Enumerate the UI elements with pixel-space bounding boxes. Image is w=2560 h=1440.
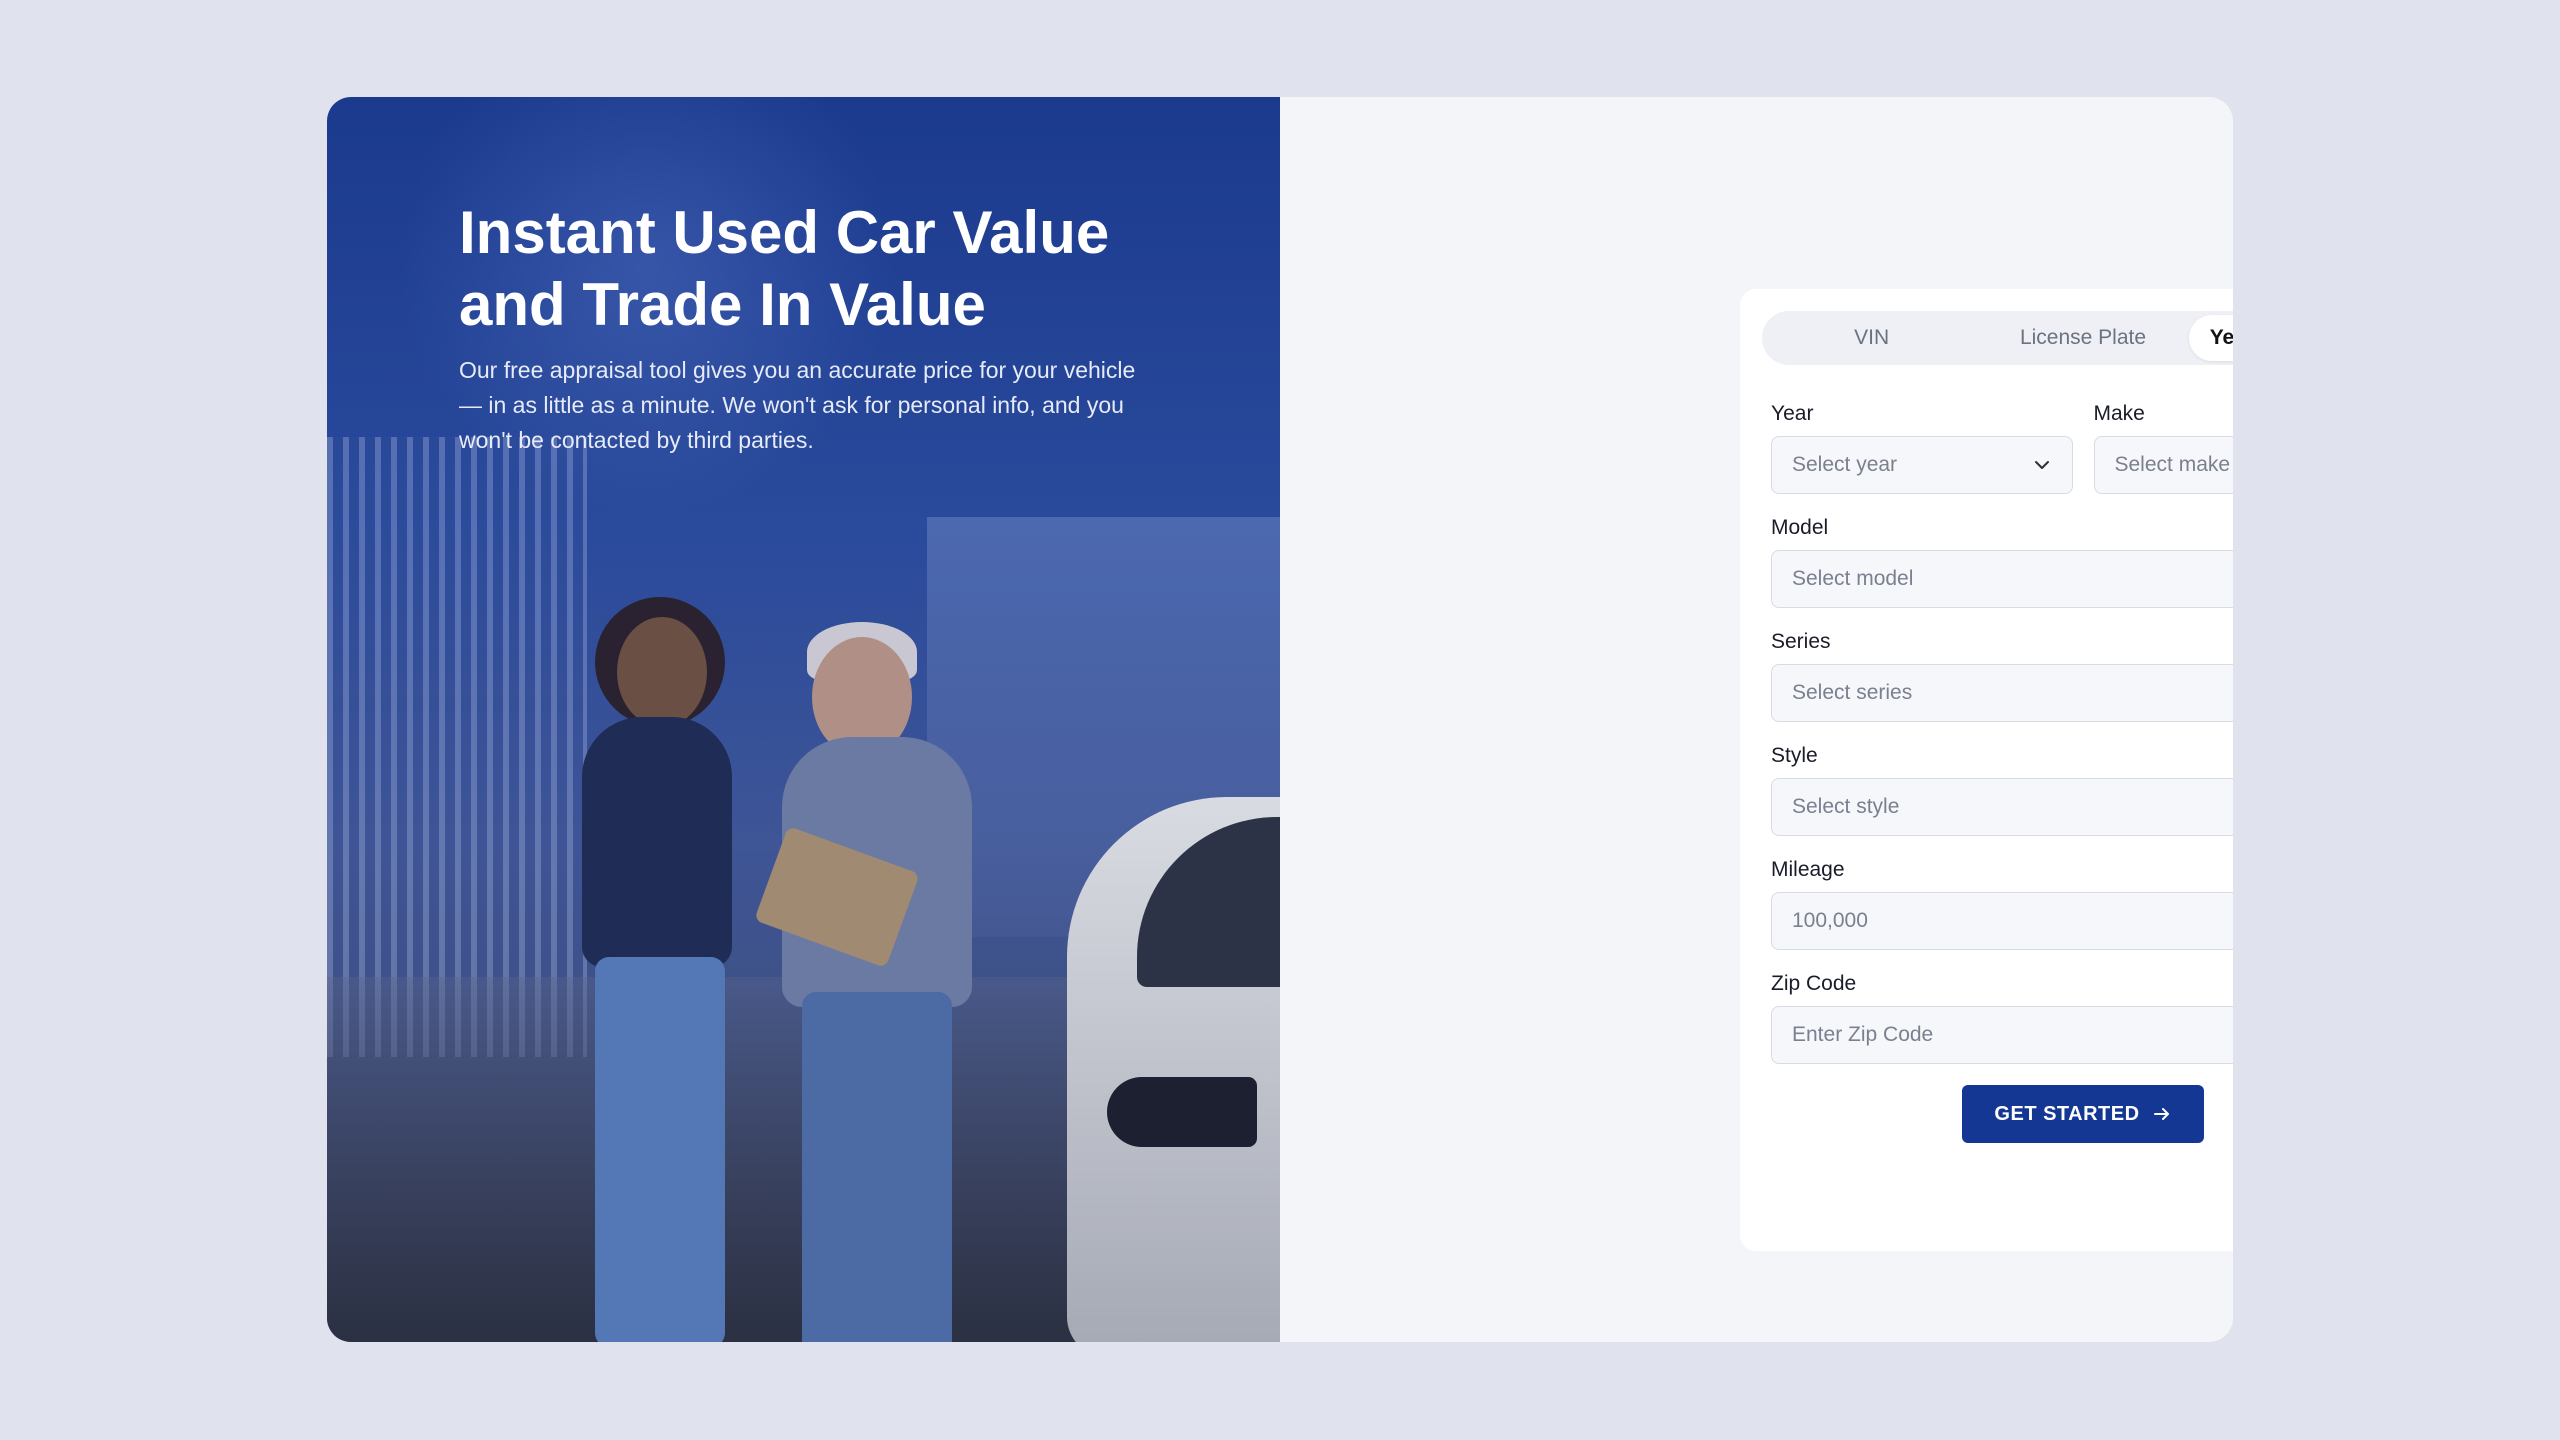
series-field: Series Select series (1771, 629, 2233, 722)
zip-field: Zip Code Enter Zip Code (1771, 971, 2233, 1064)
mileage-input[interactable]: 100,000 (1771, 892, 2233, 950)
make-select-placeholder: Select make (2114, 453, 2231, 476)
model-select[interactable]: Select model (1771, 550, 2233, 608)
year-make-row: Year Select year Make Select make (1771, 401, 2233, 515)
tab-license-plate[interactable]: License Plate (1977, 315, 2188, 361)
hero-title-line1: Instant Used Car Value (459, 199, 1110, 266)
year-select[interactable]: Select year (1771, 436, 2073, 494)
hero-title-line2: and Trade In Value (459, 271, 986, 338)
mileage-field: Mileage 100,000 (1771, 857, 2233, 950)
year-field: Year Select year (1771, 401, 2073, 494)
appraisal-card: Instant Used Car Value and Trade In Valu… (327, 97, 2233, 1342)
hero-description: Our free appraisal tool gives you an acc… (459, 357, 1136, 453)
model-label: Model (1771, 516, 1829, 539)
zip-label: Zip Code (1771, 972, 1857, 995)
hero-photo-wall (327, 437, 587, 1057)
model-field: Model Select model (1771, 515, 2233, 608)
series-select-placeholder: Select series (1792, 681, 1913, 704)
zip-input-placeholder: Enter Zip Code (1792, 1023, 1934, 1046)
get-started-label: GET STARTED (1994, 1102, 2140, 1125)
make-label: Make (2093, 402, 2145, 425)
hero-photo-woman (582, 717, 732, 967)
mileage-input-placeholder: 100,000 (1792, 909, 1868, 932)
vehicle-form: Year Select year Make Select make Model (1771, 401, 2233, 1143)
style-select-placeholder: Select style (1792, 795, 1900, 818)
make-select[interactable]: Select make (2093, 436, 2233, 494)
lookup-method-tabs: VIN License Plate Year/Make/Model (1762, 311, 2233, 365)
chevron-down-icon (2034, 461, 2049, 469)
hero-photo-woman-head (617, 617, 707, 727)
lookup-form-panel: VIN License Plate Year/Make/Model Year S… (1740, 289, 2233, 1251)
style-label: Style (1771, 744, 1818, 767)
zip-input[interactable]: Enter Zip Code (1771, 1006, 2233, 1064)
get-started-button[interactable]: GET STARTED (1962, 1085, 2204, 1143)
model-select-placeholder: Select model (1792, 567, 1914, 590)
car-windshield (1137, 817, 1280, 987)
hero-photo-woman-legs (595, 957, 725, 1342)
hero-photo-man-legs (802, 992, 952, 1342)
style-select[interactable]: Select style (1771, 778, 2233, 836)
tab-year-make-model[interactable]: Year/Make/Model (2188, 315, 2233, 361)
submit-row: GET STARTED (1771, 1085, 2233, 1143)
make-field: Make Select make (2093, 401, 2233, 494)
arrow-right-icon (2153, 1108, 2169, 1120)
year-label: Year (1771, 402, 1814, 425)
style-field: Style Select style (1771, 743, 2233, 836)
series-select[interactable]: Select series (1771, 664, 2233, 722)
car-headlight (1107, 1077, 1257, 1147)
hero-title: Instant Used Car Value and Trade In Valu… (459, 197, 1139, 341)
mileage-label: Mileage (1771, 858, 1845, 881)
tab-vin[interactable]: VIN (1766, 315, 1977, 361)
year-select-placeholder: Select year (1792, 453, 1898, 476)
hero-text: Instant Used Car Value and Trade In Valu… (459, 197, 1139, 458)
hero-section: Instant Used Car Value and Trade In Valu… (327, 97, 1280, 1342)
hero-photo-car (1067, 797, 1280, 1342)
series-label: Series (1771, 630, 1831, 653)
